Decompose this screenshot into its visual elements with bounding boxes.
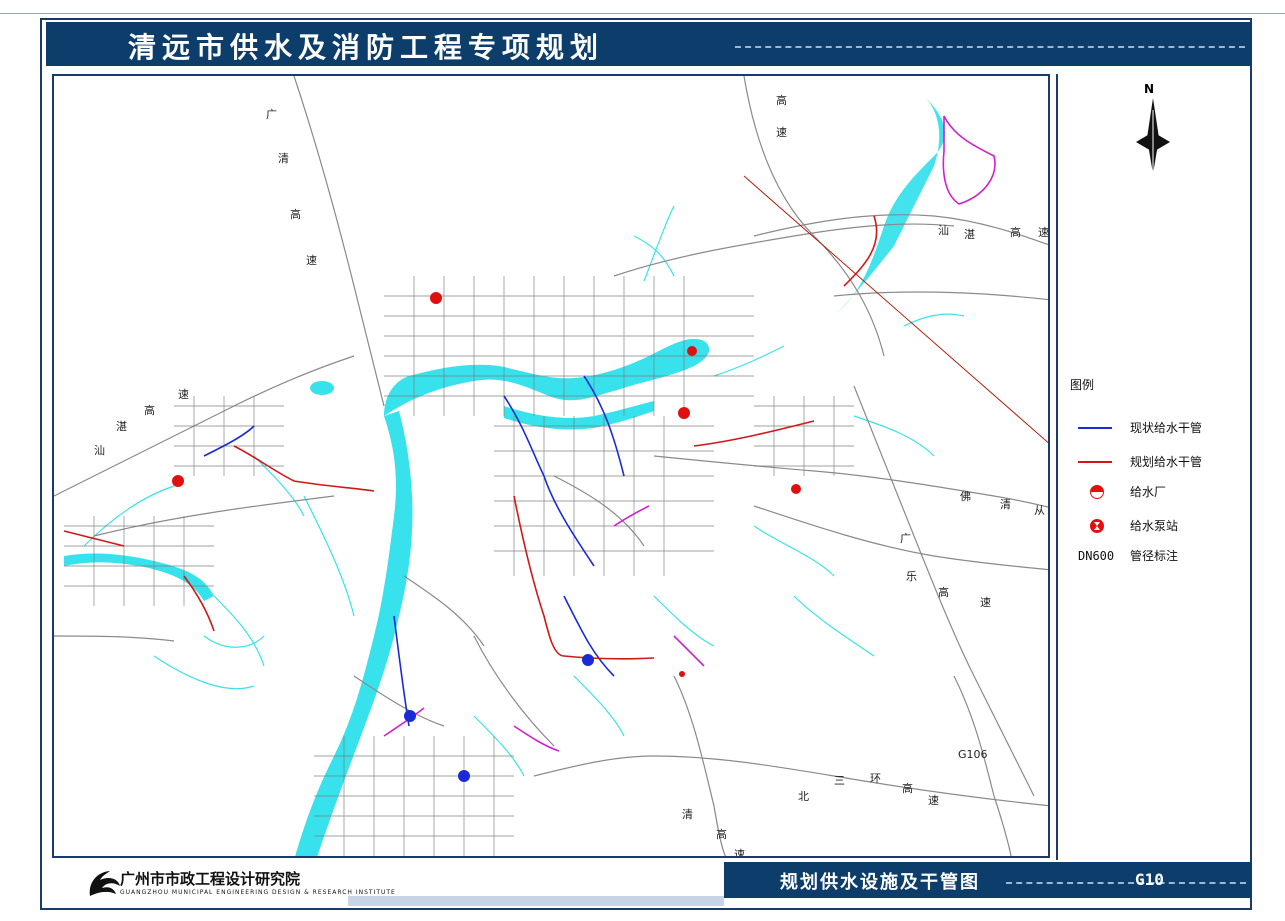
road-label-fuqingcong-1: 佛	[960, 490, 971, 503]
road-label-guangle-4: 速	[980, 596, 991, 609]
urban-grid	[64, 276, 854, 856]
road-label-guangle-3: 高	[938, 586, 949, 599]
sheet-title: 清远市供水及消防工程专项规划	[128, 31, 605, 64]
road-label-shanzhan-left-3: 高	[144, 404, 155, 417]
road-label-qing-2: 高	[716, 828, 727, 841]
legend-label: 给水泵站	[1130, 519, 1179, 533]
rivers-thin	[83, 205, 965, 777]
road-label-g106: G106	[958, 748, 988, 761]
water-bodies	[64, 96, 945, 856]
map-canvas	[54, 76, 1048, 856]
road-label-guangqing-2: 清	[278, 152, 289, 165]
road-label-shanzhan-top-1: 汕	[938, 224, 949, 237]
road-label-gaosu-top-2: 速	[776, 126, 787, 139]
legend-label: 规划给水干管	[1130, 455, 1203, 469]
road-label-shanzhan-left-4: 速	[178, 388, 189, 401]
road-label-qing-1: 清	[682, 808, 693, 821]
map-area: 广 清 高 速 汕 湛 高 速 汕 湛 高 速 高 速 佛 清 从 广 乐 高 …	[52, 74, 1050, 858]
roads	[54, 76, 1048, 856]
north-label: N	[1144, 82, 1155, 96]
compass-icon	[1136, 98, 1170, 174]
road-label-guangqing-1: 广	[266, 108, 277, 121]
plan-dash-line	[1006, 882, 1246, 884]
north-arrow: N	[1136, 82, 1170, 174]
road-label-beisanhuan-3: 环	[870, 772, 881, 785]
road-label-shanzhan-left-2: 湛	[116, 420, 127, 433]
legend-label: 现状给水干管	[1130, 421, 1203, 435]
organization-name-en: GUANGZHOU MUNICIPAL ENGINEERING DESIGN &…	[120, 889, 396, 896]
road-label-shanzhan-top-3: 高	[1010, 226, 1021, 239]
sheet-top-edge	[0, 0, 1285, 14]
plan-title: 规划供水设施及干管图	[780, 872, 980, 893]
water-plant-icon	[1090, 485, 1104, 499]
road-label-fuqingcong-2: 清	[1000, 498, 1011, 511]
road-label-beisanhuan-2: 三	[834, 774, 845, 787]
drawing-number: G10	[1135, 870, 1164, 889]
legend-title: 图例	[1070, 378, 1095, 392]
road-label-guangqing-4: 速	[306, 254, 317, 267]
road-label-gaosu-top-1: 高	[776, 94, 787, 107]
road-label-qing-3: 速	[734, 848, 745, 858]
legend-label: 给水厂	[1130, 485, 1167, 499]
dn-code-sample: DN600	[1078, 549, 1115, 563]
title-dash-line	[735, 46, 1245, 48]
road-label-guangle-1: 广	[900, 532, 911, 545]
road-label-shanzhan-top-2: 湛	[964, 228, 975, 241]
road-label-guangqing-3: 高	[290, 208, 301, 221]
road-label-fuqingcong-3: 从	[1034, 504, 1045, 517]
legend-label: 管径标注	[1130, 549, 1179, 563]
road-label-shanzhan-left-1: 汕	[94, 444, 105, 457]
organization-name: 广州市市政工程设计研究院	[120, 870, 301, 888]
institute-logo-icon	[89, 871, 120, 896]
road-label-beisanhuan-5: 速	[928, 794, 939, 807]
road-label-shanzhan-top-4: 速	[1038, 226, 1049, 239]
footer-strip	[348, 896, 724, 906]
road-label-guangle-2: 乐	[906, 570, 917, 583]
road-label-beisanhuan-1: 北	[798, 790, 809, 803]
pump-station-icon	[1090, 519, 1104, 533]
red-line-swatch	[1078, 461, 1112, 463]
blue-line-swatch	[1078, 427, 1112, 429]
road-label-beisanhuan-4: 高	[902, 782, 913, 795]
